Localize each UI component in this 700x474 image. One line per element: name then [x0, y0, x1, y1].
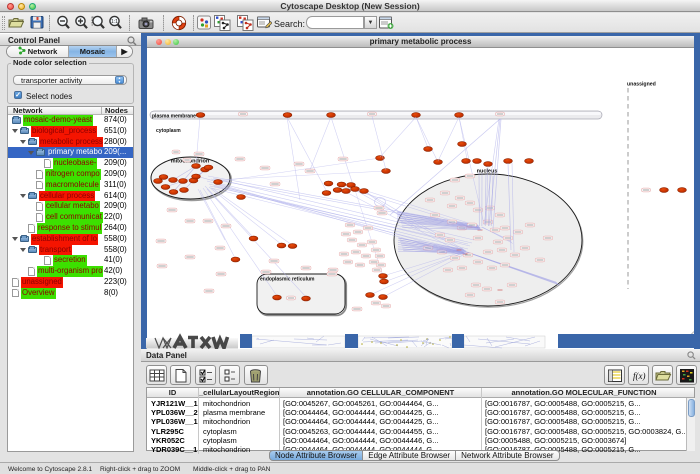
- svg-text:1:1: 1:1: [111, 19, 118, 25]
- svg-text:f(x): f(x): [633, 371, 646, 381]
